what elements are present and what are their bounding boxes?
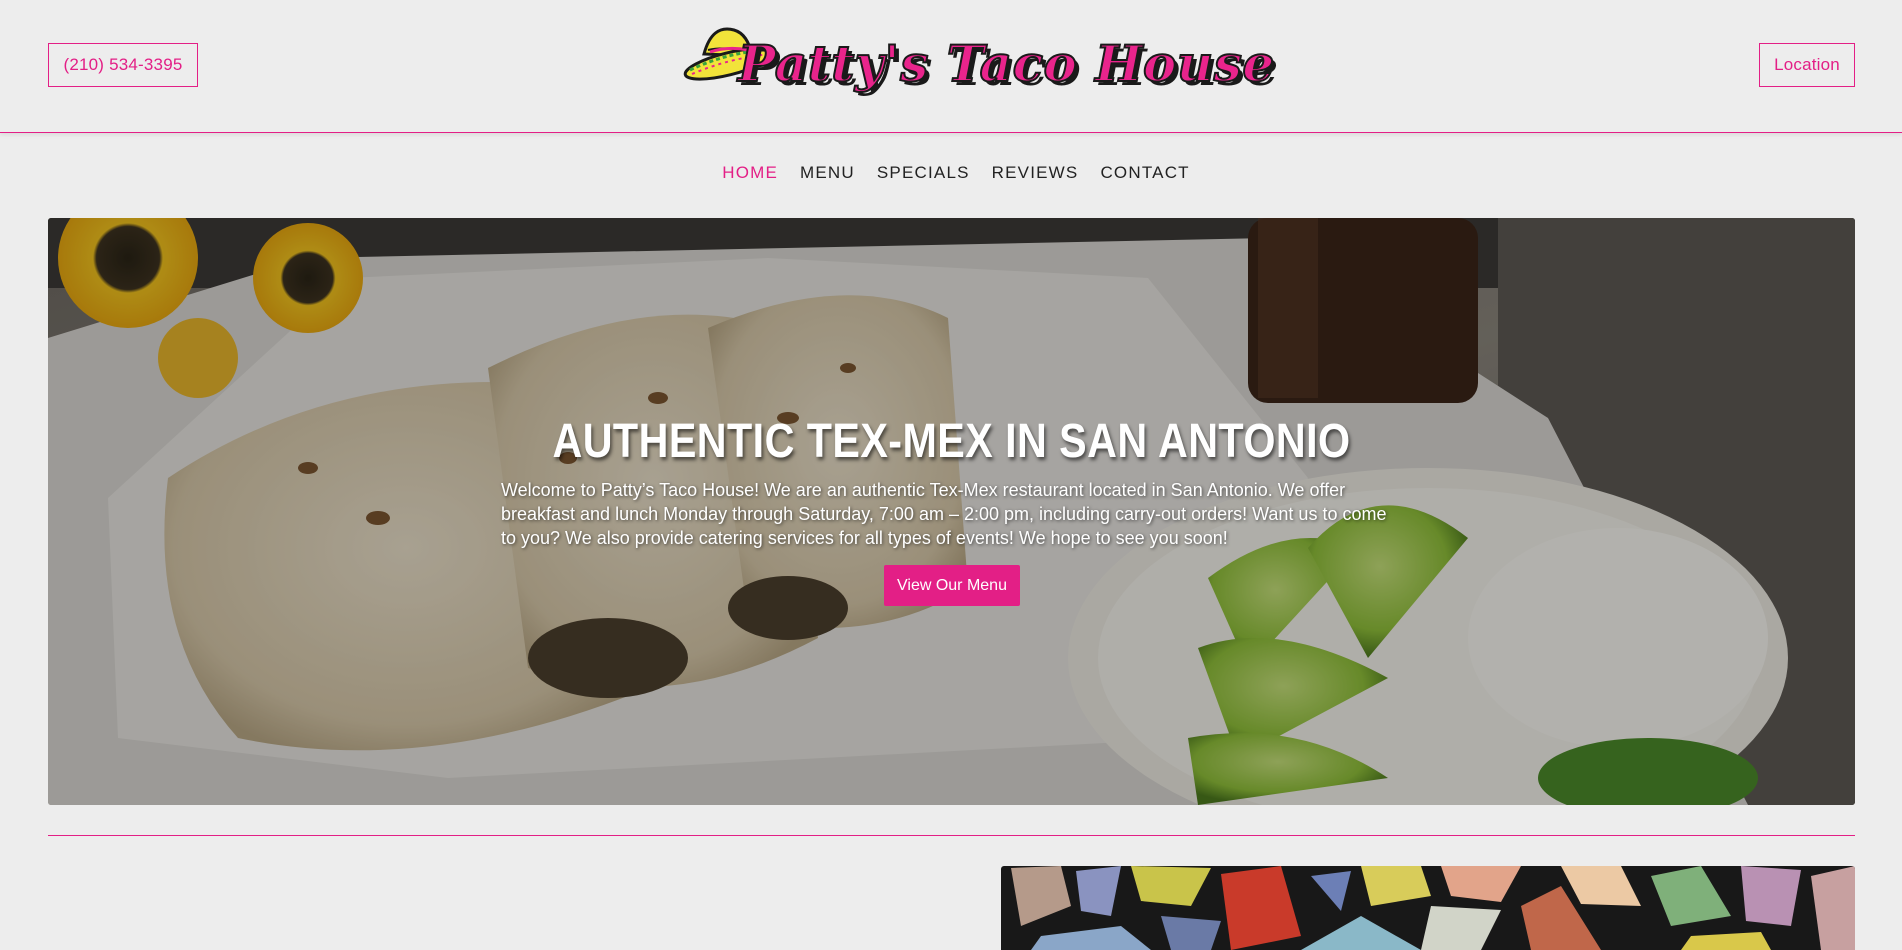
mosaic-image [1001, 866, 1855, 950]
section-divider [48, 835, 1855, 836]
site-logo[interactable]: Patty's Taco House [682, 22, 1275, 108]
view-menu-button[interactable]: View Our Menu [884, 565, 1020, 606]
site-header: (210) 534-3395 Patty's Taco House Locati… [0, 0, 1902, 133]
main-nav: HOME MENU SPECIALS REVIEWS CONTACT [0, 163, 1902, 183]
nav-item-specials[interactable]: SPECIALS [877, 163, 970, 183]
nav-item-contact[interactable]: CONTACT [1100, 163, 1189, 183]
hero-description: Welcome to Patty’s Taco House! We are an… [501, 480, 1387, 548]
nav-item-reviews[interactable]: REVIEWS [992, 163, 1079, 183]
nav-item-home[interactable]: HOME [722, 163, 778, 183]
hero-banner: AUTHENTIC TEX-MEX IN SAN ANTONIO Welcome… [48, 218, 1855, 805]
hero-title: AUTHENTIC TEX-MEX IN SAN ANTONIO [552, 415, 1351, 468]
nav-item-menu[interactable]: MENU [800, 163, 855, 183]
location-button[interactable]: Location [1759, 43, 1855, 87]
phone-button[interactable]: (210) 534-3395 [48, 43, 198, 87]
logo-text: Patty's Taco House [737, 33, 1275, 94]
